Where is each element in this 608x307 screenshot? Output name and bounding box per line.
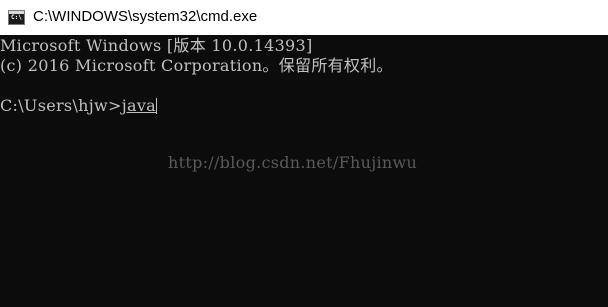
cmd-window: C:\ C:\WINDOWS\system32\cmd.exe Microsof… (0, 0, 608, 307)
console-prompt-line[interactable]: C:\Users\hjw>java (0, 96, 157, 116)
console-banner-line: Microsoft Windows [版本 10.0.14393] (0, 36, 313, 55)
console-area[interactable]: Microsoft Windows [版本 10.0.14393] (c) 20… (0, 35, 608, 307)
title-bar[interactable]: C:\ C:\WINDOWS\system32\cmd.exe (0, 0, 608, 35)
text-cursor (156, 98, 157, 114)
prompt-path: C:\Users\hjw> (0, 96, 122, 115)
console-copyright-line: (c) 2016 Microsoft Corporation。保留所有权利。 (0, 56, 393, 75)
watermark-text: http://blog.csdn.net/Fhujinwu (168, 153, 418, 172)
window-title: C:\WINDOWS\system32\cmd.exe (33, 8, 258, 25)
typed-command[interactable]: java (122, 96, 156, 115)
icon-prompt-glyph: C:\ (11, 14, 22, 21)
cmd-app-icon[interactable]: C:\ (8, 10, 25, 25)
